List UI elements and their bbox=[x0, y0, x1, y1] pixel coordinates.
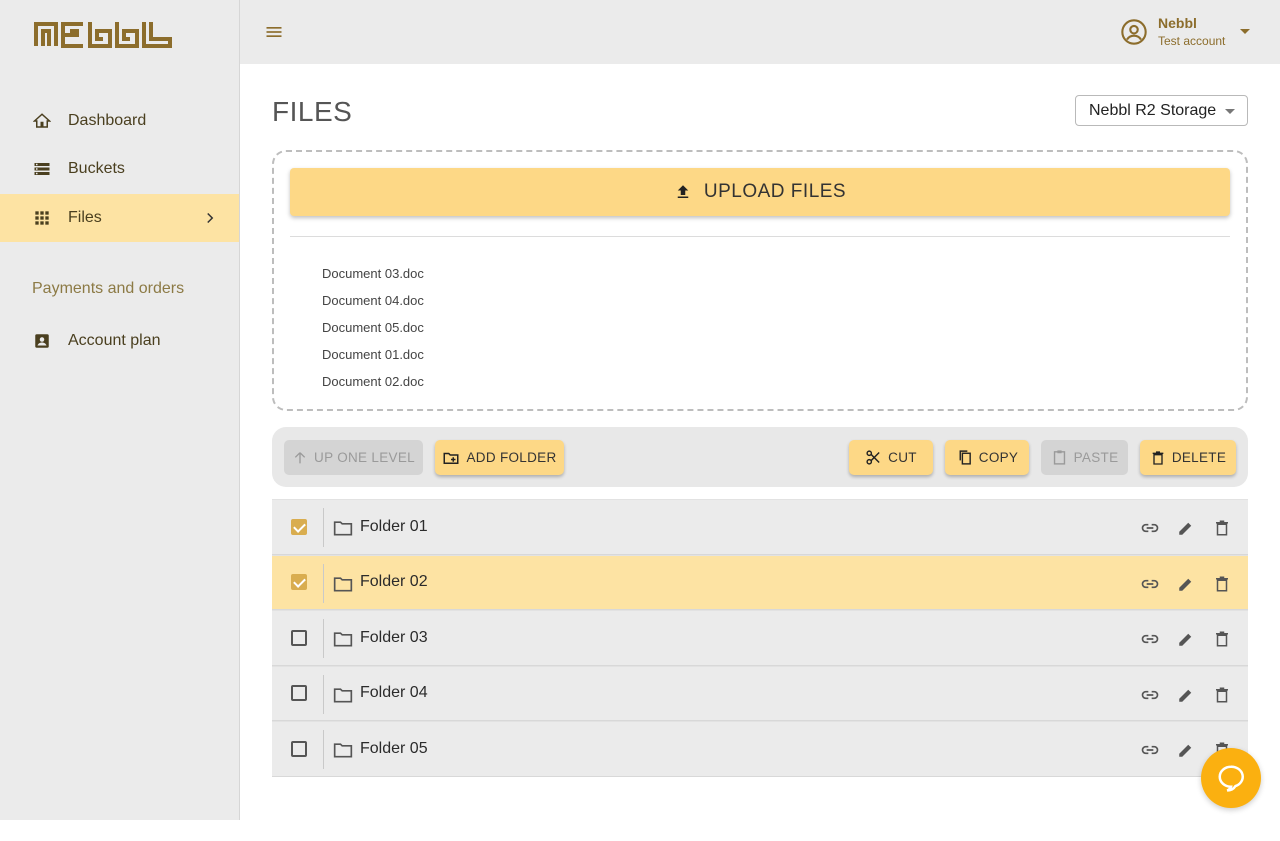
caret-down-icon bbox=[1240, 29, 1251, 34]
folder-icon bbox=[333, 519, 353, 542]
delete-label: DELETE bbox=[1171, 450, 1227, 465]
list-item: Document 04.doc bbox=[322, 293, 424, 308]
table-row[interactable]: Folder 02 bbox=[272, 554, 1248, 610]
storage-select[interactable]: Nebbl R2 Storage bbox=[1075, 95, 1248, 126]
folder-icon bbox=[333, 741, 353, 764]
folder-icon bbox=[333, 686, 353, 709]
trash-icon[interactable] bbox=[1211, 684, 1233, 706]
home-icon bbox=[32, 111, 52, 131]
trash-icon bbox=[1152, 450, 1164, 465]
sidebar: Dashboard Buckets Files Payments and ord… bbox=[0, 0, 240, 820]
edit-icon[interactable] bbox=[1175, 684, 1197, 706]
row-checkbox[interactable] bbox=[291, 629, 307, 646]
user-account-type: Test account bbox=[1158, 34, 1226, 48]
list-item: Document 03.doc bbox=[322, 266, 424, 281]
top-bar: Nebbl Test account bbox=[240, 0, 1280, 64]
folder-name[interactable]: Folder 02 bbox=[360, 573, 428, 591]
account-circle-icon bbox=[1121, 19, 1147, 45]
edit-icon[interactable] bbox=[1175, 573, 1197, 595]
chat-button[interactable] bbox=[1201, 748, 1261, 808]
uploaded-file-list: Document 03.doc Document 04.doc Document… bbox=[322, 260, 424, 395]
row-checkbox[interactable] bbox=[291, 518, 307, 535]
upload-dropzone[interactable]: UPLOAD FILES Document 03.doc Document 04… bbox=[272, 150, 1248, 411]
trash-icon[interactable] bbox=[1211, 628, 1233, 650]
folder-name[interactable]: Folder 01 bbox=[360, 518, 428, 536]
link-icon[interactable] bbox=[1139, 684, 1161, 706]
divider bbox=[323, 563, 324, 603]
table-row[interactable]: Folder 03 bbox=[272, 610, 1248, 666]
arrow-up-icon bbox=[294, 451, 306, 463]
divider bbox=[323, 619, 324, 658]
upload-files-button[interactable]: UPLOAD FILES bbox=[290, 168, 1230, 216]
divider bbox=[323, 508, 324, 547]
folder-name[interactable]: Folder 05 bbox=[360, 740, 428, 758]
table-row[interactable]: Folder 04 bbox=[272, 665, 1248, 721]
folder-name[interactable]: Folder 03 bbox=[360, 629, 428, 647]
user-menu[interactable]: Nebbl Test account bbox=[1120, 12, 1251, 52]
trash-icon[interactable] bbox=[1211, 573, 1233, 595]
copy-button[interactable]: COPY bbox=[945, 440, 1029, 475]
paste-icon bbox=[1053, 450, 1065, 465]
link-icon[interactable] bbox=[1139, 739, 1161, 761]
sidebar-item-files[interactable]: Files bbox=[0, 194, 239, 242]
delete-button[interactable]: DELETE bbox=[1140, 440, 1236, 475]
divider bbox=[290, 236, 1230, 237]
row-checkbox[interactable] bbox=[291, 740, 307, 757]
section-title-payments: Payments and orders bbox=[32, 280, 185, 297]
sidebar-item-label: Account plan bbox=[68, 332, 161, 349]
up-one-level-button[interactable]: UP ONE LEVEL bbox=[284, 440, 423, 475]
add-folder-button[interactable]: ADD FOLDER bbox=[435, 440, 564, 475]
list-item: Document 05.doc bbox=[322, 320, 424, 335]
sidebar-item-buckets[interactable]: Buckets bbox=[0, 145, 239, 193]
trash-icon[interactable] bbox=[1211, 517, 1233, 539]
list-item: Document 01.doc bbox=[322, 347, 424, 362]
caret-down-icon bbox=[1225, 109, 1235, 114]
chat-bubble-icon bbox=[1218, 765, 1244, 792]
menu-icon[interactable] bbox=[264, 22, 284, 42]
sidebar-item-dashboard[interactable]: Dashboard bbox=[0, 97, 239, 145]
folder-icon bbox=[333, 630, 353, 653]
folder-name[interactable]: Folder 04 bbox=[360, 684, 428, 702]
table-row[interactable]: Folder 01 bbox=[272, 499, 1248, 555]
cut-label: CUT bbox=[888, 450, 917, 465]
up-one-level-label: UP ONE LEVEL bbox=[314, 450, 415, 465]
page-title: FILES bbox=[272, 96, 353, 127]
row-checkbox[interactable] bbox=[291, 574, 307, 591]
create-folder-icon bbox=[443, 452, 459, 464]
edit-icon[interactable] bbox=[1175, 739, 1197, 761]
storage-icon bbox=[32, 159, 52, 179]
chevron-right-icon bbox=[207, 212, 214, 224]
sidebar-item-label: Buckets bbox=[68, 160, 125, 177]
file-toolbar: UP ONE LEVEL ADD FOLDER CUT COPY PASTE D… bbox=[272, 427, 1248, 487]
paste-button[interactable]: PASTE bbox=[1041, 440, 1128, 475]
paste-label: PASTE bbox=[1073, 450, 1119, 465]
sidebar-item-label: Files bbox=[68, 209, 102, 226]
divider bbox=[323, 730, 324, 769]
upload-files-label: UPLOAD FILES bbox=[703, 181, 847, 202]
row-checkbox[interactable] bbox=[291, 685, 307, 702]
link-icon[interactable] bbox=[1139, 573, 1161, 595]
divider bbox=[323, 674, 324, 714]
sidebar-item-label: Dashboard bbox=[68, 112, 147, 129]
table-row[interactable]: Folder 05 bbox=[272, 721, 1248, 777]
storage-select-value: Nebbl R2 Storage bbox=[1089, 101, 1217, 119]
add-folder-label: ADD FOLDER bbox=[466, 450, 557, 465]
cut-button[interactable]: CUT bbox=[849, 440, 933, 475]
sidebar-item-account-plan[interactable]: Account plan bbox=[0, 317, 239, 365]
edit-icon[interactable] bbox=[1175, 628, 1197, 650]
link-icon[interactable] bbox=[1139, 517, 1161, 539]
copy-label: COPY bbox=[978, 450, 1019, 465]
account-box-icon bbox=[32, 331, 52, 351]
link-icon[interactable] bbox=[1139, 628, 1161, 650]
copy-icon bbox=[959, 450, 971, 465]
nebbl-logo[interactable] bbox=[33, 20, 173, 48]
folder-list: Folder 01 Folder 02 Folder 03 Folder 04 Fold… bbox=[272, 499, 1248, 777]
user-name: Nebbl bbox=[1158, 15, 1197, 31]
scissors-icon bbox=[866, 450, 880, 465]
grid-icon bbox=[32, 208, 52, 228]
list-item: Document 02.doc bbox=[322, 374, 424, 389]
folder-icon bbox=[333, 575, 353, 598]
edit-icon[interactable] bbox=[1175, 517, 1197, 539]
upload-icon bbox=[677, 185, 689, 198]
